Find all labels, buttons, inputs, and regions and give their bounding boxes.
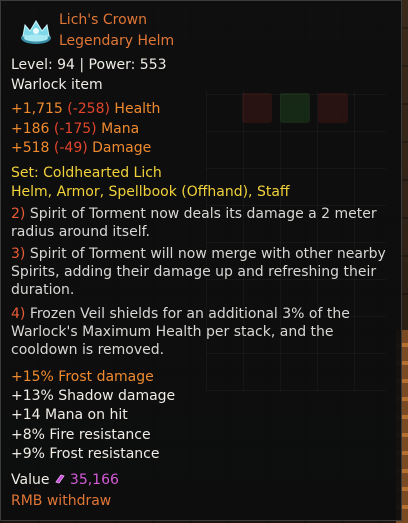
affix-frost-resistance: +9% Frost resistance (11, 446, 160, 462)
set-bonus-text: Frozen Veil shields for an additional 3%… (11, 306, 350, 358)
crown-icon (21, 20, 51, 44)
set-bonus-number: 2) (11, 206, 26, 222)
stat-label: Health (114, 101, 161, 117)
stat-damage: +518 (-49) Damage (11, 140, 151, 157)
item-value: Value 35,166 (11, 472, 119, 489)
stat-value: +1,715 (11, 101, 63, 117)
value-amount: 35,166 (69, 472, 119, 488)
affix-mana-on-hit: +14 Mana on hit (11, 407, 128, 423)
item-class: Warlock item (11, 77, 103, 93)
set-bonus-4: 4) Frozen Veil shields for an additional… (11, 305, 391, 359)
stat-mana: +186 (-175) Mana (11, 121, 139, 138)
item-name: Lich's Crown (59, 12, 147, 28)
withdraw-hint: RMB withdraw (11, 493, 112, 509)
stat-diff: (-49) (53, 140, 88, 156)
set-bonus-text: Spirit of Torment now deals its damage a… (11, 206, 377, 240)
item-tooltip: Lich's Crown Legendary Helm Level: 94 | … (0, 0, 402, 521)
value-label: Value (11, 472, 50, 488)
ghost-slot (242, 93, 272, 123)
set-bonus-2: 2) Spirit of Torment now deals its damag… (11, 205, 391, 241)
set-pieces: Helm, Armor, Spellbook (Offhand), Staff (11, 184, 290, 200)
set-bonus-number: 3) (11, 246, 26, 262)
set-bonus-number: 4) (11, 306, 26, 322)
stat-label: Mana (101, 121, 140, 137)
affix-fire-resistance: +8% Fire resistance (11, 427, 151, 443)
set-title: Set: Coldhearted Lich (11, 165, 162, 181)
stat-value: +518 (11, 140, 50, 156)
item-rarity-type: Legendary Helm (59, 33, 175, 49)
gem-icon (55, 474, 65, 484)
stat-health: +1,715 (-258) Health (11, 101, 160, 118)
stat-diff: (-258) (67, 101, 110, 117)
affix-shadow-damage: +13% Shadow damage (11, 388, 176, 404)
stat-label: Damage (92, 140, 152, 156)
stat-diff: (-175) (53, 121, 97, 137)
item-level-power: Level: 94 | Power: 553 (11, 57, 167, 73)
set-bonus-text: Spirit of Torment will now merge with ot… (11, 246, 386, 298)
ghost-slot (318, 93, 348, 123)
ghost-slot (280, 93, 310, 123)
affix-frost-damage: +15% Frost damage (11, 369, 154, 385)
set-bonus-3: 3) Spirit of Torment will now merge with… (11, 245, 391, 299)
stat-value: +186 (11, 121, 50, 137)
